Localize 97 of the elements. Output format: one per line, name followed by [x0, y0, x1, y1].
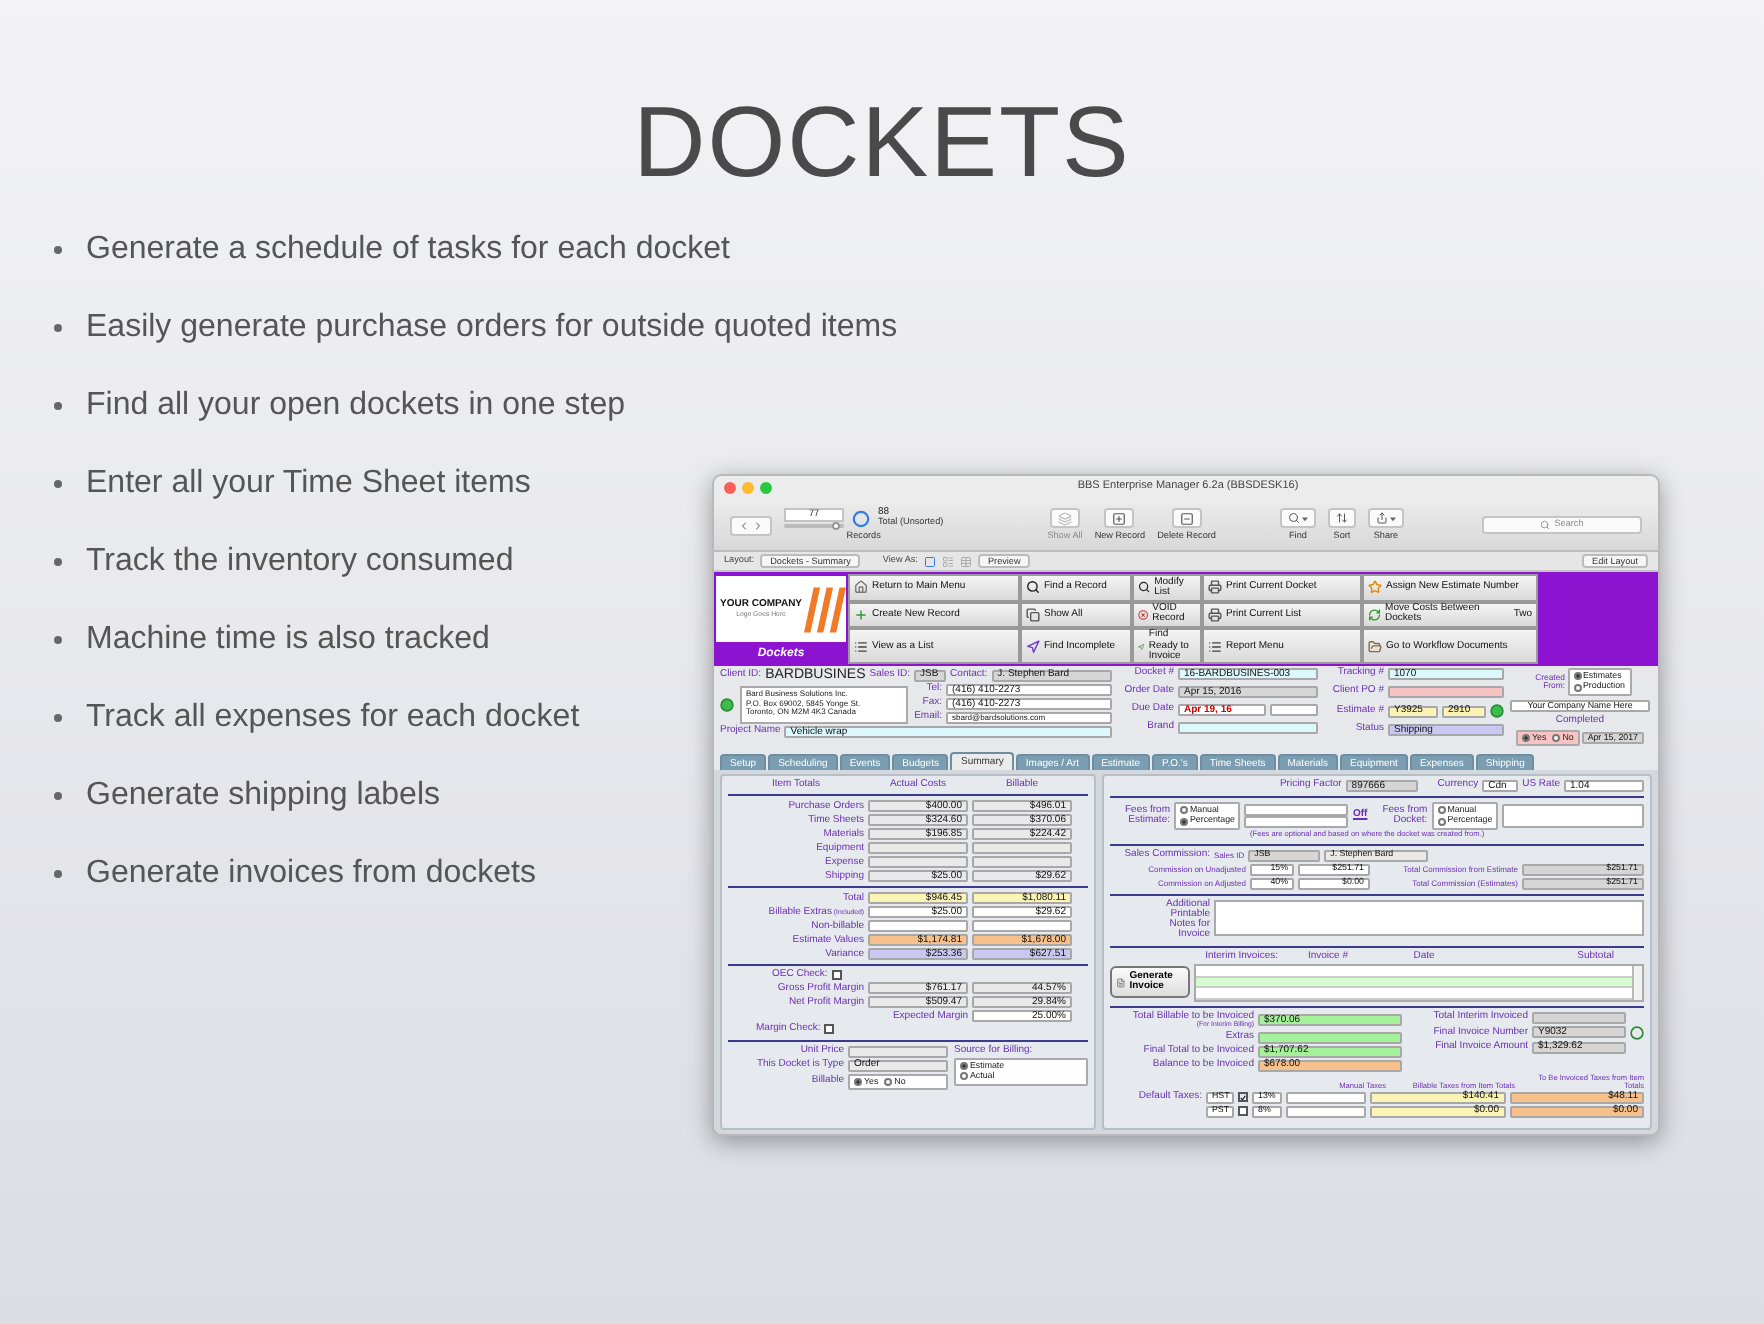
toolbar-button[interactable]	[1171, 508, 1202, 529]
minimize-button[interactable]	[742, 482, 754, 494]
radio-button[interactable]	[1180, 817, 1188, 826]
radio-button[interactable]	[854, 1077, 862, 1086]
status-dot-icon	[720, 697, 734, 711]
void-icon	[1138, 607, 1149, 622]
scrollbar[interactable]	[1632, 965, 1642, 1000]
bullet-icon	[54, 870, 62, 878]
slider-thumb[interactable]	[832, 522, 841, 531]
toolbar-button[interactable]	[1279, 508, 1316, 529]
radio-button[interactable]	[1437, 817, 1446, 826]
input-field[interactable]	[1286, 1091, 1366, 1104]
bullet-text: Machine time is also tracked	[86, 622, 490, 658]
bullet-icon	[54, 246, 62, 254]
input-field[interactable]	[1388, 686, 1504, 698]
list-icon	[1208, 639, 1222, 654]
bullet-text: Track the inventory consumed	[86, 544, 514, 580]
stack-icon	[1058, 511, 1072, 526]
toolbar-button[interactable]	[1104, 508, 1135, 529]
bullet-text: Find all your open dockets in one step	[86, 388, 625, 424]
bullet-text: Track all expenses for each docket	[86, 700, 580, 736]
notes-field[interactable]	[1214, 899, 1644, 936]
input-field[interactable]	[1286, 1105, 1366, 1118]
bullet-icon	[54, 714, 62, 722]
circle-icon	[852, 509, 870, 528]
bullet-icon	[54, 558, 62, 566]
checkbox[interactable]	[1238, 1106, 1248, 1117]
plus-icon	[854, 607, 868, 622]
bullet-text: Generate invoices from dockets	[86, 856, 536, 892]
pages-icon	[1026, 607, 1040, 622]
search-icon	[1540, 520, 1551, 530]
radio-button[interactable]	[1552, 734, 1561, 743]
radio-button[interactable]	[1573, 683, 1581, 692]
folder-icon	[1368, 639, 1382, 654]
view-icon[interactable]	[941, 555, 954, 567]
magnifier-icon	[1026, 580, 1040, 595]
magnifier-icon	[1138, 580, 1151, 595]
pointer-icon	[1026, 639, 1040, 654]
printer-icon	[1208, 607, 1222, 622]
back-forward-button[interactable]	[730, 515, 772, 535]
stripes-logo-icon	[804, 581, 846, 637]
input-field[interactable]	[868, 842, 968, 854]
checkbox[interactable]	[831, 970, 842, 981]
search-icon	[1287, 512, 1300, 525]
input-field[interactable]	[972, 856, 1072, 868]
caret-icon	[1389, 515, 1396, 522]
house-icon	[854, 580, 868, 595]
bullet-icon	[54, 792, 62, 800]
input-field[interactable]	[848, 1045, 948, 1057]
bullet-icon	[54, 402, 62, 410]
slide-title: DOCKETS	[633, 84, 1131, 200]
share-icon	[1375, 512, 1388, 525]
bullet-text: Generate a schedule of tasks for each docket	[86, 232, 730, 268]
bullet-text: Generate shipping labels	[86, 778, 441, 814]
sort-icon	[1335, 512, 1348, 525]
document-icon	[1116, 975, 1126, 990]
radio-button[interactable]	[1522, 734, 1531, 743]
plus-icon	[1112, 511, 1127, 526]
radio-button[interactable]	[1437, 806, 1446, 815]
radio-button[interactable]	[960, 1061, 968, 1070]
bullet-text: Enter all your Time Sheet items	[86, 466, 531, 502]
pointer-icon	[1138, 639, 1145, 654]
zoom-button[interactable]	[760, 482, 772, 494]
input-field[interactable]	[1532, 1011, 1626, 1024]
input-field[interactable]	[1178, 722, 1318, 734]
cycle-icon	[1368, 607, 1382, 622]
view-icon[interactable]	[959, 555, 972, 567]
radio-button[interactable]	[1573, 672, 1581, 681]
bullet-icon	[54, 636, 62, 644]
checkbox[interactable]	[1238, 1092, 1248, 1103]
input-field[interactable]	[1244, 803, 1349, 816]
list-icon	[854, 639, 868, 654]
toolbar-button[interactable]	[1327, 508, 1356, 529]
input-field[interactable]	[1502, 803, 1644, 828]
printer-icon	[1208, 580, 1222, 595]
input-field[interactable]	[1258, 1031, 1402, 1044]
input-field[interactable]	[972, 920, 1072, 932]
bullet-icon	[54, 324, 62, 332]
close-button[interactable]	[724, 482, 736, 494]
checkbox[interactable]	[824, 1024, 835, 1035]
radio-button[interactable]	[960, 1072, 968, 1081]
bullet-text: Easily generate purchase orders for outside quoted items	[86, 310, 898, 346]
chevron-right-icon	[752, 519, 764, 531]
minus-icon	[1179, 511, 1194, 526]
radio-button[interactable]	[884, 1077, 893, 1086]
star-icon	[1368, 580, 1382, 595]
input-field[interactable]	[868, 856, 968, 868]
caret-icon	[1301, 515, 1308, 522]
chevron-left-icon	[738, 519, 750, 531]
view-icon[interactable]	[923, 555, 936, 567]
input-field[interactable]	[972, 842, 1072, 854]
status-dot-icon	[1490, 704, 1504, 718]
radio-button[interactable]	[1180, 806, 1188, 815]
status-dot-icon	[1630, 1025, 1644, 1040]
input-field[interactable]	[1270, 704, 1318, 716]
input-field[interactable]	[868, 920, 968, 932]
bullet-icon	[54, 480, 62, 488]
